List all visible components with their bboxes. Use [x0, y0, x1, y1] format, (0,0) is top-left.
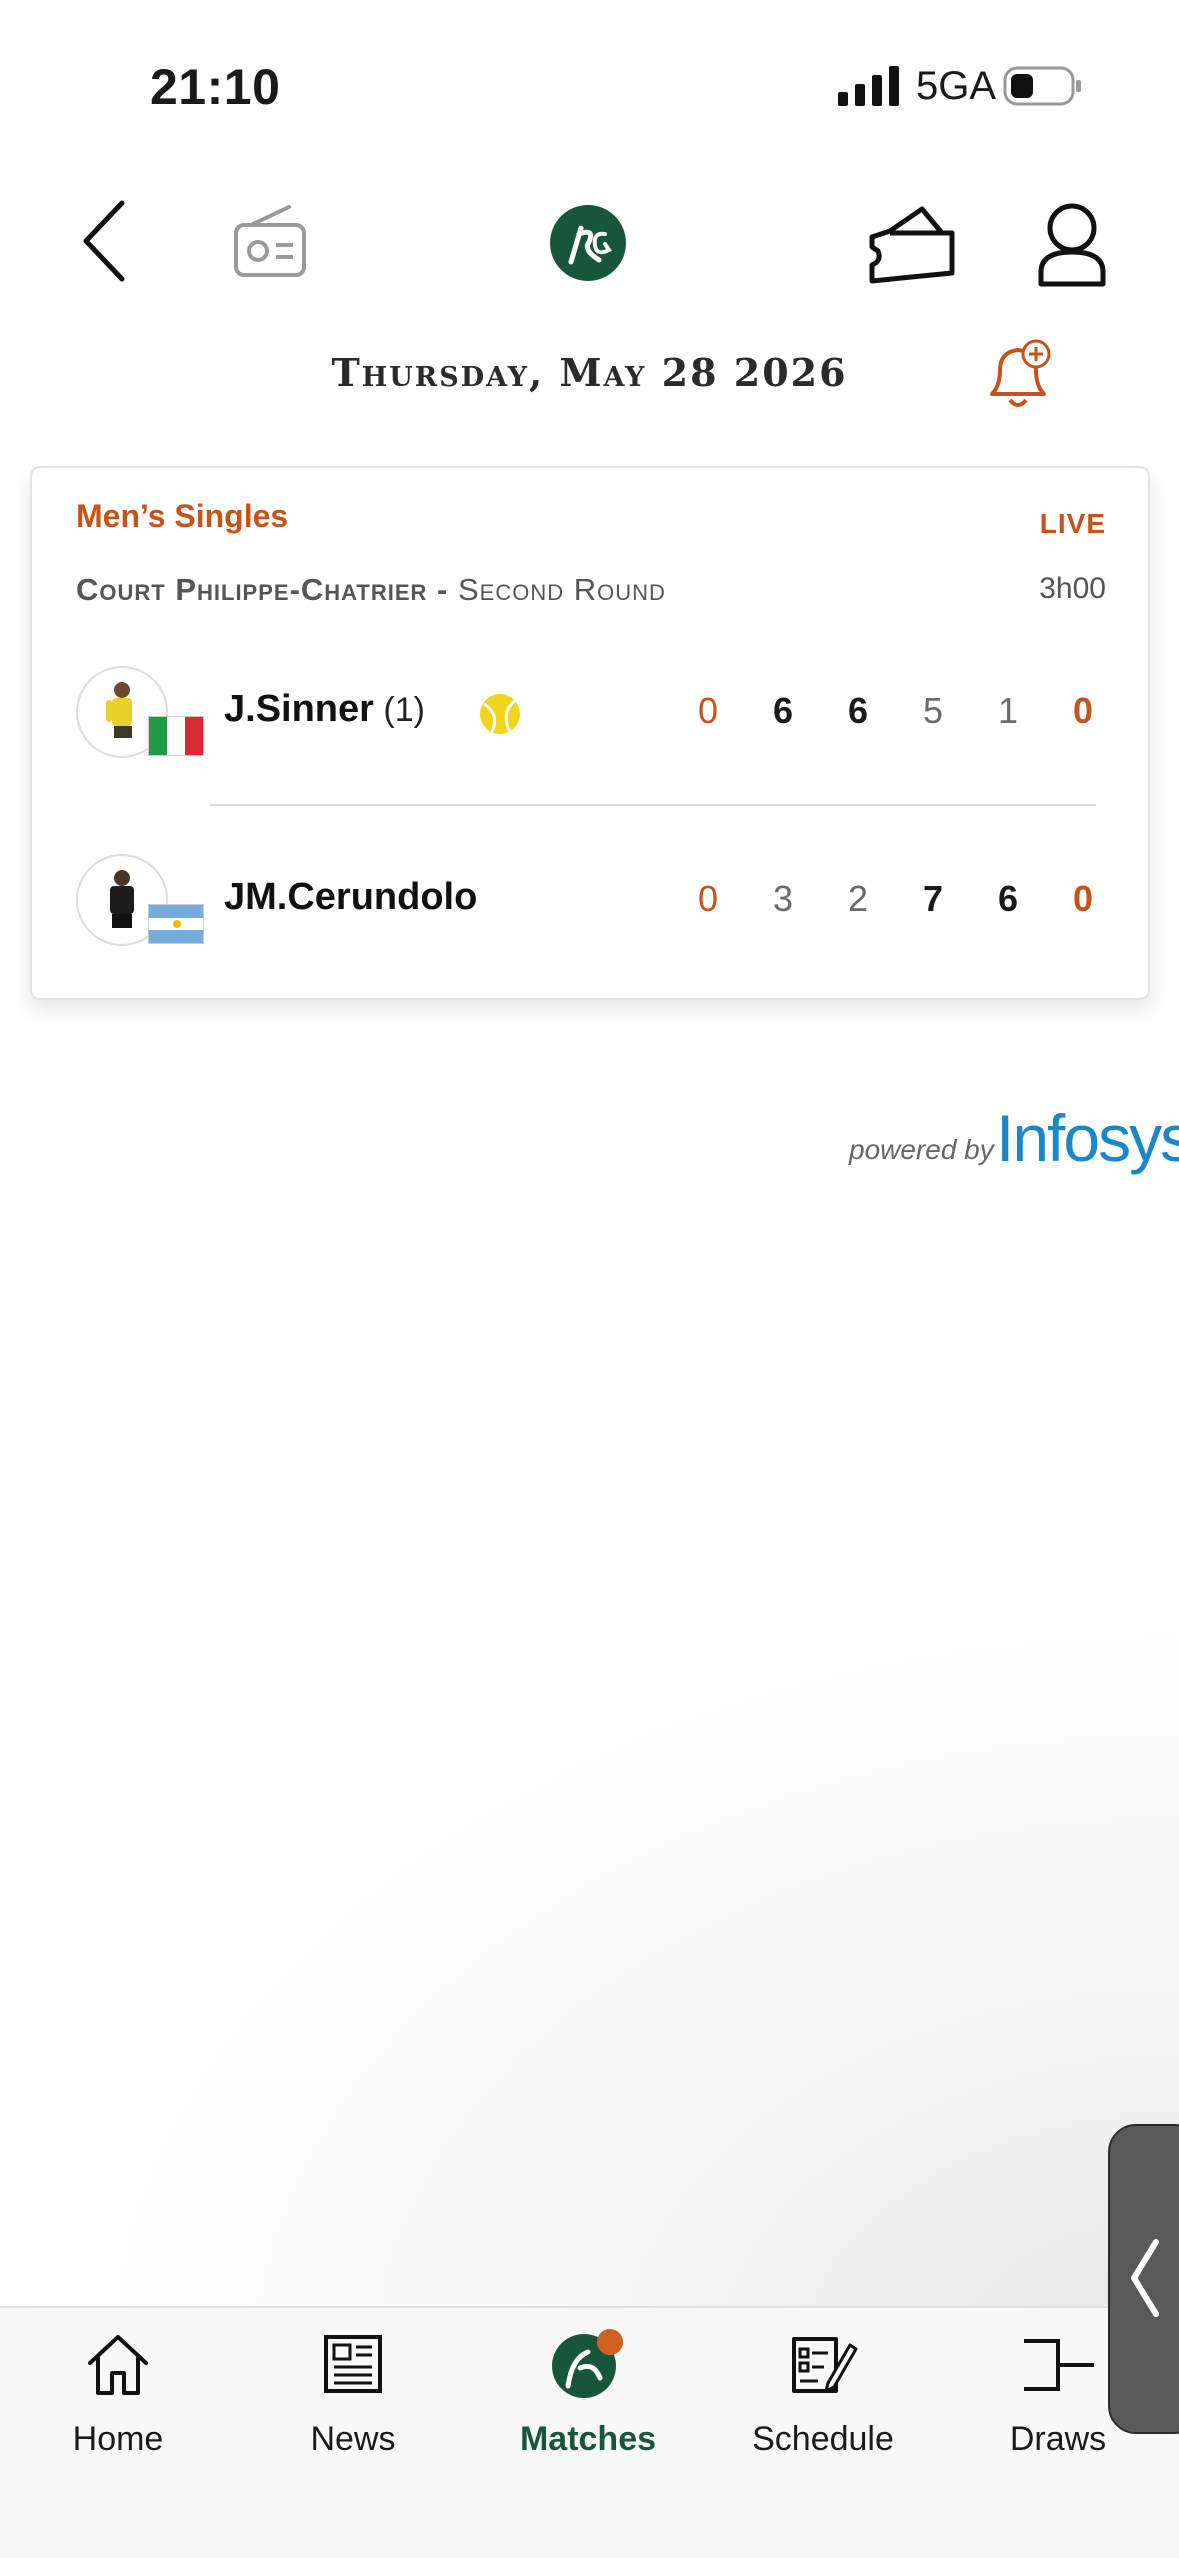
- score-set-5: 0: [1072, 690, 1094, 731]
- battery-icon: [1003, 66, 1081, 106]
- court-name: Court Philippe-Chatrier: [76, 572, 428, 607]
- tab-home[interactable]: Home: [18, 2328, 218, 2459]
- background-shade: [0, 1560, 1179, 2380]
- score-set-4: 6: [997, 878, 1019, 919]
- tab-label: Home: [72, 2420, 164, 2458]
- chevron-left-icon: [1131, 2239, 1159, 2317]
- score-set-3: 7: [922, 878, 944, 919]
- tab-bar: Home News Matches Schedule Draws: [0, 2306, 1179, 2558]
- event-name: Men’s Singles: [76, 498, 289, 534]
- bell-plus-icon: [990, 339, 1051, 407]
- round-name: Second Round: [458, 572, 666, 607]
- roland-garros-logo-icon: [550, 205, 626, 281]
- score-set-1: 6: [772, 690, 794, 731]
- news-icon: [324, 2335, 382, 2393]
- score-set-4: 1: [997, 690, 1019, 731]
- tab-label: Matches: [519, 2420, 657, 2458]
- radio-icon: [234, 205, 306, 277]
- player-name: JM.Cerundolo: [224, 876, 478, 918]
- court-separator: -: [427, 572, 458, 607]
- radio-button[interactable]: [228, 200, 312, 284]
- matches-icon: [552, 2329, 623, 2398]
- back-button[interactable]: [70, 196, 140, 286]
- profile-button[interactable]: [1032, 200, 1112, 290]
- flag-argentina-icon: [148, 904, 204, 944]
- score-set-3: 5: [922, 690, 944, 731]
- tab-news[interactable]: News: [253, 2328, 453, 2459]
- ticket-icon: [869, 206, 955, 284]
- flag-italy-icon: [148, 716, 204, 756]
- tab-schedule[interactable]: Schedule: [723, 2328, 923, 2459]
- player-row[interactable]: JM.Cerundolo 0 3 2 7 6 0: [76, 854, 1106, 950]
- score-set-2: 6: [847, 690, 869, 731]
- infosys-logo[interactable]: Infosys: [996, 1100, 1179, 1176]
- cellular-signal-icon: [838, 66, 899, 106]
- player-seed: (1): [373, 691, 425, 729]
- rg-logo[interactable]: [549, 204, 627, 282]
- tab-label: News: [310, 2420, 396, 2458]
- score-set-2: 2: [847, 878, 869, 919]
- court-round: Court Philippe-Chatrier - Second Round: [76, 572, 666, 608]
- score-set-1: 3: [772, 878, 794, 919]
- match-duration: 3h00: [1039, 572, 1106, 605]
- chevron-left-icon: [83, 200, 125, 282]
- draws-icon: [1024, 2339, 1094, 2391]
- score-point: 0: [697, 878, 719, 919]
- row-divider: [210, 804, 1096, 806]
- live-badge: LIVE: [1039, 508, 1106, 539]
- powered-by-label: powered by: [849, 1134, 994, 1165]
- side-panel-handle[interactable]: [1108, 2124, 1179, 2434]
- score-set-5: 0: [1072, 878, 1094, 919]
- tickets-button[interactable]: [864, 200, 960, 290]
- add-alert-button[interactable]: [980, 336, 1056, 416]
- player-name: J.Sinner (1): [224, 688, 425, 730]
- schedule-icon: [792, 2337, 858, 2393]
- serving-ball-icon: [480, 694, 520, 734]
- user-icon: [1038, 203, 1106, 287]
- status-time: 21:10: [150, 59, 281, 115]
- match-card[interactable]: Men’s Singles LIVE Court Philippe-Chatri…: [30, 466, 1150, 1000]
- player-row[interactable]: J.Sinner (1) 0 6 6 5 1 0: [76, 666, 1106, 762]
- network-type: 5GA: [916, 64, 997, 108]
- home-icon: [88, 2335, 148, 2395]
- tab-label: Schedule: [752, 2420, 894, 2458]
- score-point: 0: [697, 690, 719, 731]
- tab-matches[interactable]: Matches: [488, 2328, 688, 2459]
